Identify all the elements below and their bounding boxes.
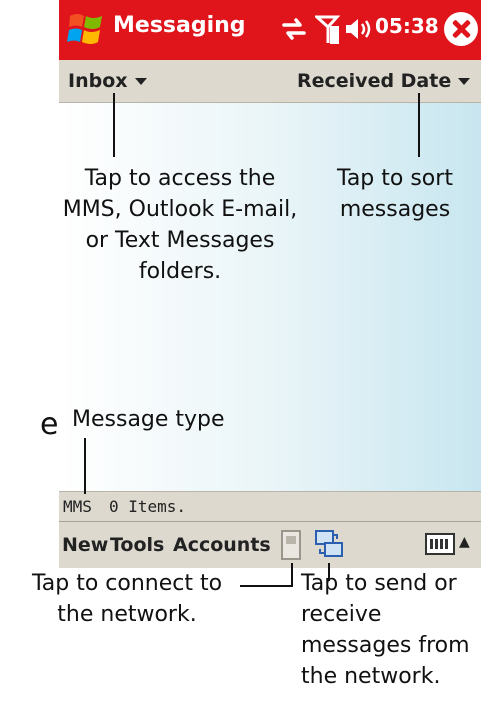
send-receive-icon[interactable] bbox=[314, 529, 344, 559]
folder-callout-line3: or Text Messages bbox=[85, 228, 275, 253]
folder-callout: Tap to access the MMS, Outlook E-mail, o… bbox=[59, 163, 311, 287]
sort-callout-line1: Tap to sort bbox=[337, 166, 453, 191]
chevron-down-icon bbox=[458, 78, 471, 85]
windows-start-icon[interactable] bbox=[67, 10, 105, 48]
connect-callout: Tap to connect to the network. bbox=[12, 568, 242, 630]
send-receive-callout: Tap to send or receive messages from the… bbox=[301, 568, 470, 692]
sort-callout: Tap to sort messages bbox=[325, 163, 465, 225]
sort-dropdown[interactable]: Received Date bbox=[297, 70, 471, 92]
send-callout-line3: messages from bbox=[301, 633, 470, 658]
tools-menu[interactable]: Tools bbox=[110, 534, 164, 556]
accounts-menu[interactable]: Accounts bbox=[173, 534, 271, 556]
folder-callout-line4: folders. bbox=[138, 259, 222, 284]
send-callout-line bbox=[328, 563, 330, 581]
title-bar: Messaging 05:38 bbox=[59, 0, 481, 60]
connectivity-icon[interactable] bbox=[281, 14, 307, 44]
edge-text-fragment: e bbox=[40, 407, 59, 442]
item-count: 0 Items. bbox=[109, 497, 187, 516]
type-callout-line bbox=[84, 438, 86, 494]
send-callout-line1: Tap to send or bbox=[301, 571, 457, 596]
new-menu[interactable]: New bbox=[62, 534, 108, 556]
signal-icon[interactable] bbox=[315, 14, 341, 46]
volume-icon[interactable] bbox=[343, 14, 373, 44]
folder-callout-line1: Tap to access the bbox=[84, 166, 276, 191]
message-type-callout: Message type bbox=[72, 407, 225, 432]
status-line: MMS 0 Items. bbox=[59, 491, 481, 521]
connect-network-icon[interactable] bbox=[281, 530, 301, 560]
clock-time[interactable]: 05:38 bbox=[375, 14, 439, 38]
sort-callout-line bbox=[418, 93, 420, 157]
sort-callout-line2: messages bbox=[339, 197, 451, 222]
message-type-label: MMS bbox=[63, 497, 92, 516]
input-menu-arrow-icon[interactable]: ▲ bbox=[459, 534, 470, 550]
folder-callout-line2: MMS, Outlook E-mail, bbox=[62, 197, 298, 222]
connect-callout-line2: the network. bbox=[57, 602, 197, 627]
send-callout-line4: the network. bbox=[301, 664, 441, 689]
folder-callout-line bbox=[113, 93, 115, 157]
connect-callout-line1: Tap to connect to bbox=[31, 571, 223, 596]
folder-dropdown[interactable]: Inbox bbox=[68, 70, 147, 92]
pocketpc-screen: Messaging 05:38 Inbox Received Date MMS … bbox=[59, 0, 481, 568]
connect-callout-line-h bbox=[240, 585, 292, 587]
app-title: Messaging bbox=[113, 13, 246, 38]
keyboard-icon[interactable] bbox=[425, 533, 455, 555]
close-icon[interactable] bbox=[444, 12, 478, 46]
folder-dropdown-label: Inbox bbox=[68, 70, 128, 92]
send-callout-line2: receive bbox=[301, 602, 382, 627]
chevron-down-icon bbox=[134, 78, 147, 85]
connect-callout-line-v bbox=[291, 563, 293, 587]
menu-bar: New Tools Accounts ▲ bbox=[59, 521, 481, 568]
sort-dropdown-label: Received Date bbox=[297, 70, 452, 92]
